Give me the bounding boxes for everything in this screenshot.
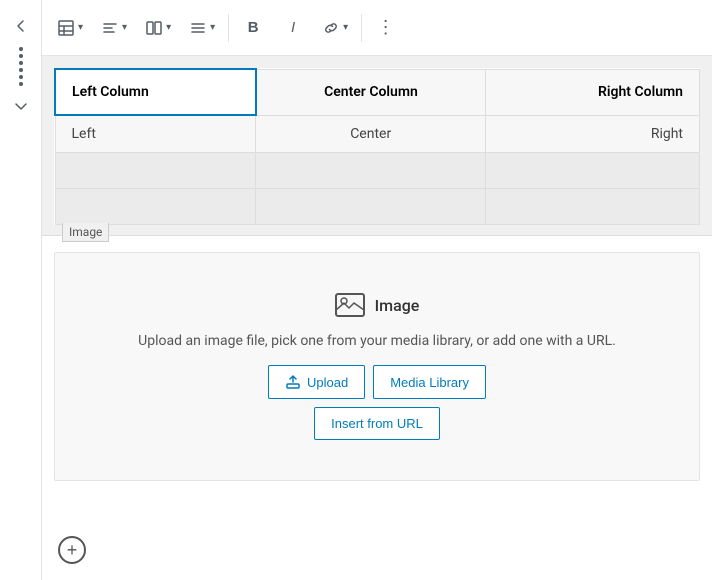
toolbar-sep-1: [228, 14, 229, 42]
collapse-button[interactable]: [3, 8, 39, 44]
columns-icon: [145, 19, 163, 37]
table-area: Left Column Center Column Right Column L…: [42, 56, 712, 236]
header-left[interactable]: Left Column: [55, 69, 256, 115]
columns-chevron: ▾: [166, 22, 171, 33]
header-right[interactable]: Right Column: [486, 69, 700, 115]
column-table: Left Column Center Column Right Column L…: [54, 68, 700, 225]
table-icon: [57, 19, 75, 37]
more-button[interactable]: ⋮: [368, 10, 404, 46]
table-chevron: ▾: [78, 22, 83, 33]
cell-left-2[interactable]: [55, 153, 256, 189]
drag-button[interactable]: [3, 48, 39, 84]
upload-icon: [285, 374, 301, 390]
text-align-icon: [189, 19, 207, 37]
image-block-icon: [335, 293, 365, 317]
text-align-chevron: ▾: [210, 22, 215, 33]
cell-right-1[interactable]: Right: [486, 115, 700, 153]
image-label-tag: Image: [62, 223, 109, 242]
main-content: ▾ ▾ ▾ ▾ B I: [42, 0, 712, 580]
cell-left-1[interactable]: Left: [55, 115, 256, 153]
expand-down-icon: [14, 99, 28, 113]
expand-down-button[interactable]: [3, 88, 39, 124]
table-button[interactable]: ▾: [50, 10, 90, 46]
upload-button[interactable]: Upload: [268, 365, 365, 399]
image-block: Image Upload an image file, pick one fro…: [54, 252, 700, 481]
align-left-button[interactable]: ▾: [94, 10, 134, 46]
insert-url-button[interactable]: Insert from URL: [314, 407, 440, 440]
link-chevron: ▾: [343, 22, 348, 33]
media-library-button[interactable]: Media Library: [373, 365, 486, 399]
table-row-empty-2: [55, 189, 700, 225]
image-block-title: Image: [335, 293, 420, 317]
table-row-empty-1: [55, 153, 700, 189]
italic-button[interactable]: I: [275, 10, 311, 46]
cell-right-2[interactable]: [486, 153, 700, 189]
align-chevron: ▾: [122, 22, 127, 33]
toolbar: ▾ ▾ ▾ ▾ B I: [42, 0, 712, 56]
text-align-button[interactable]: ▾: [182, 10, 222, 46]
image-btn-row-2: Insert from URL: [314, 407, 440, 440]
table-row: Left Center Right: [55, 115, 700, 153]
align-left-icon: [101, 19, 119, 37]
add-block-button[interactable]: +: [58, 536, 86, 564]
image-btn-row-1: Upload Media Library: [268, 365, 486, 399]
link-icon: [322, 19, 340, 37]
sidebar: [0, 0, 42, 580]
cell-left-3[interactable]: [55, 189, 256, 225]
header-center[interactable]: Center Column: [256, 69, 486, 115]
link-button[interactable]: ▾: [315, 10, 355, 46]
toolbar-sep-2: [361, 14, 362, 42]
image-description: Upload an image file, pick one from your…: [138, 333, 616, 349]
cell-center-1[interactable]: Center: [256, 115, 486, 153]
cell-center-2[interactable]: [256, 153, 486, 189]
columns-button[interactable]: ▾: [138, 10, 178, 46]
cell-right-3[interactable]: [486, 189, 700, 225]
cell-center-3[interactable]: [256, 189, 486, 225]
bold-button[interactable]: B: [235, 10, 271, 46]
drag-icon: [19, 47, 23, 86]
collapse-icon: [14, 19, 28, 33]
image-buttons: Upload Media Library Insert from URL: [268, 365, 486, 440]
